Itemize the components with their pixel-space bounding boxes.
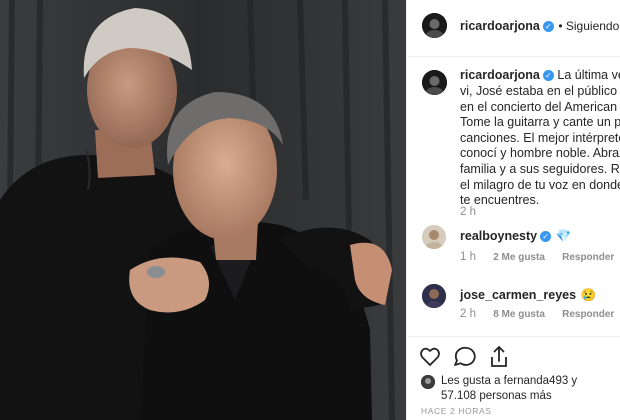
comment: realboynesty ✓ 💎 xyxy=(460,227,571,245)
comment-likes[interactable]: 2 Me gusta xyxy=(493,252,545,263)
photo-illustration xyxy=(0,0,406,420)
liker-avatar[interactable] xyxy=(421,375,435,389)
comment-likes[interactable]: 8 Me gusta xyxy=(493,309,545,320)
post-timestamp[interactable]: HACE 2 HORAS xyxy=(421,406,492,416)
comment: jose_carmen_reyes 😢 xyxy=(460,286,596,304)
caption-time[interactable]: 2 h xyxy=(460,206,476,218)
caption-line: en el concierto del American Airli xyxy=(460,99,620,114)
caption-line: conocí y hombre noble. Abrazo a xyxy=(460,146,620,161)
verified-icon: ✓ xyxy=(542,21,554,32)
follow-status[interactable]: • Siguiendo xyxy=(558,19,619,33)
likes-line[interactable]: 57.108 personas más xyxy=(441,389,577,404)
likes-summary[interactable]: Les gusta a fernanda493 y 57.108 persona… xyxy=(441,374,577,404)
comment-time[interactable]: 2 h xyxy=(460,308,476,320)
caption-avatar[interactable] xyxy=(422,70,447,95)
post-side-panel: ricardoarjona ✓ • Siguiendo ricardoarjona… xyxy=(406,0,620,420)
likes-line[interactable]: Les gusta a fernanda493 y xyxy=(441,374,577,389)
caption-line: Tome la guitarra y cante un par d xyxy=(460,115,620,130)
comment-icon[interactable] xyxy=(454,346,476,366)
comment-meta: 2 h 8 Me gusta Responder xyxy=(460,308,614,320)
caption-line: familia y a sus seguidores. Recupe xyxy=(460,161,620,176)
comment-meta: 1 h 2 Me gusta Responder xyxy=(460,251,614,263)
comment-text: 😢 xyxy=(580,288,597,302)
post-photo[interactable] xyxy=(0,0,406,420)
author-avatar[interactable] xyxy=(422,13,447,38)
heart-icon[interactable] xyxy=(420,347,440,366)
verified-icon: ✓ xyxy=(542,70,554,81)
comment-username[interactable]: realboynesty xyxy=(460,229,537,243)
caption-line: vi, José estaba en el público en M xyxy=(460,84,620,98)
caption-body: vi, José estaba en el público en M en el… xyxy=(460,84,620,209)
comment-text: 💎 xyxy=(555,229,572,243)
reply-button[interactable]: Responder xyxy=(562,252,614,263)
share-icon[interactable] xyxy=(491,345,507,367)
caption: ricardoarjona✓ La última vez que xyxy=(460,68,620,84)
reply-button[interactable]: Responder xyxy=(562,309,614,320)
commenter-avatar[interactable] xyxy=(422,225,446,249)
action-bar xyxy=(420,345,510,374)
caption-username[interactable]: ricardoarjona xyxy=(460,68,540,82)
comment-username[interactable]: jose_carmen_reyes xyxy=(460,288,576,302)
commenter-avatar[interactable] xyxy=(422,284,446,308)
verified-icon: ✓ xyxy=(540,231,552,242)
caption-line: el milagro de tu voz en donde qu xyxy=(460,177,620,192)
post-header: ricardoarjona ✓ • Siguiendo xyxy=(407,0,620,57)
comment-time[interactable]: 1 h xyxy=(460,251,476,263)
author-username[interactable]: ricardoarjona xyxy=(460,19,540,33)
caption-line: te encuentres. xyxy=(460,193,540,208)
divider xyxy=(407,336,620,337)
caption-line: canciones. El mejor intérprete que xyxy=(460,130,620,145)
caption-line: La última vez que xyxy=(557,68,620,82)
